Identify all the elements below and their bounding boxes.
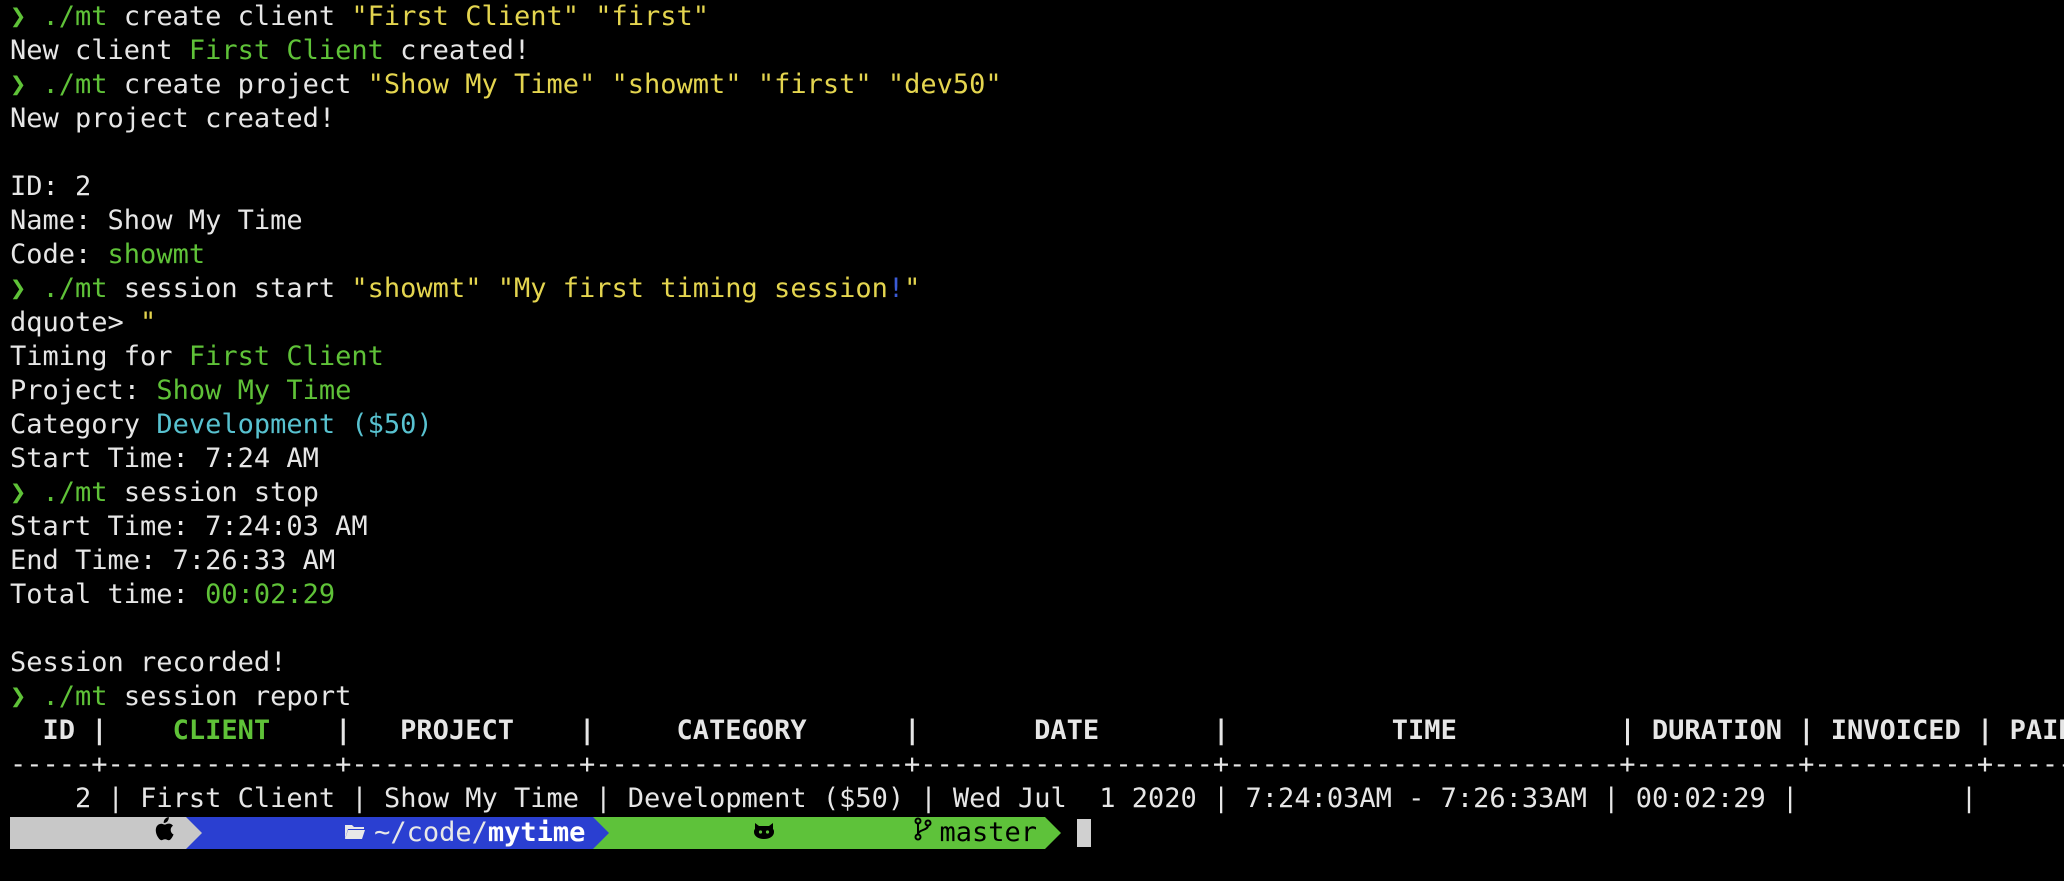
command-line: ❯ ./mt create project "Show My Time" "sh…: [10, 69, 1002, 100]
output-line: Code: showmt: [10, 239, 206, 270]
header-project: PROJECT: [400, 715, 514, 746]
output-line: Timing for First Client: [10, 341, 384, 372]
cell-time: 7:24:03AM - 7:26:33AM: [1245, 783, 1587, 814]
prompt-bar: ~/code/mytime master: [10, 816, 2064, 850]
table-header: ID | CLIENT | PROJECT | CATEGORY | DATE …: [10, 714, 2064, 748]
output-line: Session recorded!: [10, 647, 287, 678]
output-line: ID: 2: [10, 171, 92, 202]
folder-icon: [214, 785, 366, 881]
command-line: ❯ ./mt session start "showmt" "My first …: [10, 273, 921, 304]
prompt-directory-segment: ~/code/mytime: [186, 817, 610, 849]
dir-prefix: ~/code/: [374, 817, 488, 848]
command-line: ❯ ./mt create client "First Client" "fir…: [10, 1, 710, 32]
header-category: CATEGORY: [676, 715, 807, 746]
header-client: CLIENT: [172, 715, 271, 746]
branch-name: master: [939, 817, 1038, 848]
header-duration: DURATION: [1651, 715, 1782, 746]
table-separator: -----+--------------+--------------+----…: [10, 749, 2064, 780]
text-cursor[interactable]: [1077, 819, 1092, 847]
header-invoiced: INVOICED: [1830, 715, 1961, 746]
prompt-os-segment: [10, 817, 203, 849]
git-branch-icon: [783, 785, 932, 881]
output-line: New project created!: [10, 103, 336, 134]
output-line: Start Time: 7:24 AM: [10, 443, 319, 474]
terminal-window[interactable]: ❯ ./mt create client "First Client" "fir…: [0, 0, 2064, 862]
output-line: Start Time: 7:24:03 AM: [10, 511, 368, 542]
prompt-git-segment: master: [593, 817, 1062, 849]
command-line: ❯ ./mt session stop: [10, 477, 319, 508]
output-line: dquote> ": [10, 307, 157, 338]
output-line: Category Development ($50): [10, 409, 433, 440]
output-line: Total time: 00:02:29: [10, 579, 336, 610]
output-line: New client First Client created!: [10, 35, 531, 66]
header-time: TIME: [1391, 715, 1457, 746]
command-line: ❯ ./mt session report: [10, 681, 352, 712]
cell-date: Wed Jul 1 2020: [952, 783, 1197, 814]
apple-icon: [22, 785, 174, 881]
header-id: ID: [42, 715, 76, 746]
github-icon: [623, 785, 775, 881]
output-line: Project: Show My Time: [10, 375, 352, 406]
output-line: Name: Show My Time: [10, 205, 303, 236]
cell-project: Show My Time: [383, 783, 580, 814]
cell-duration: 00:02:29: [1635, 783, 1766, 814]
output-line: End Time: 7:26:33 AM: [10, 545, 336, 576]
header-date: DATE: [1034, 715, 1100, 746]
prompt-symbol: ❯: [10, 1, 27, 32]
dir-name: mytime: [487, 817, 586, 848]
header-paid: PAID: [2009, 715, 2064, 746]
